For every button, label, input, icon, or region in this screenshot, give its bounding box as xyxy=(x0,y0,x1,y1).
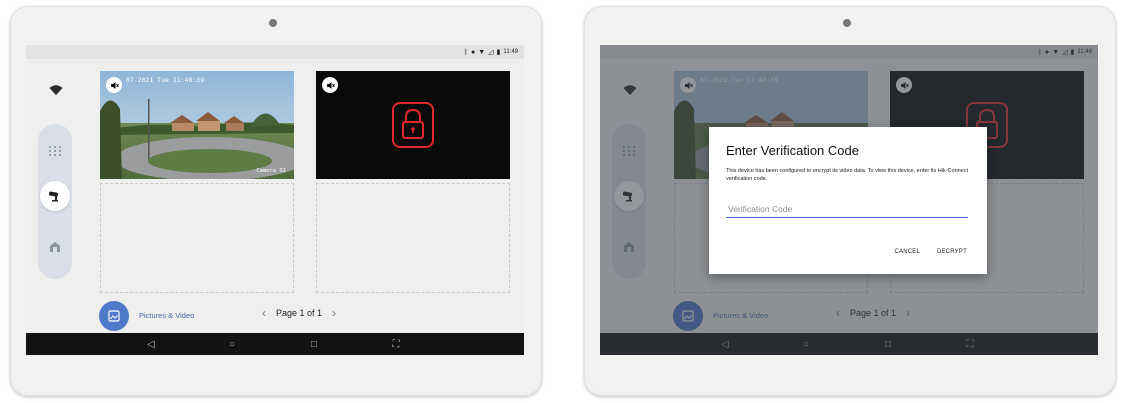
next-page-button[interactable]: › xyxy=(332,307,336,319)
screenshot-button[interactable]: ⛶ xyxy=(389,337,403,351)
battery-icon: ▮ xyxy=(496,48,501,56)
verification-code-input[interactable] xyxy=(726,202,968,218)
camera-tile-live[interactable]: 07-2021 Tue 11:48:39 Camera 01 xyxy=(100,71,294,179)
bluetooth-icon: ᛒ xyxy=(463,48,468,56)
home-circle-icon: ○ xyxy=(228,338,236,350)
sidebar-item-home[interactable] xyxy=(40,232,70,262)
mute-toggle[interactable] xyxy=(322,77,338,93)
gallery-icon xyxy=(108,310,120,322)
front-camera xyxy=(269,19,277,27)
status-time: 11:49 xyxy=(503,49,518,55)
lock-icon xyxy=(392,102,434,148)
sidebar-item-grid[interactable] xyxy=(40,136,70,166)
prev-page-button[interactable]: ‹ xyxy=(262,307,266,319)
empty-tile[interactable] xyxy=(100,183,294,293)
camera-tile-locked[interactable] xyxy=(316,71,510,179)
camera-feed-image xyxy=(100,71,294,179)
page-indicator: Page 1 of 1 xyxy=(276,308,323,318)
grid-icon xyxy=(49,146,61,156)
verification-dialog: Enter Verification Code This device has … xyxy=(709,127,987,274)
screen: ᛒ ● ▼ ◿ ▮ 11:49 xyxy=(26,45,524,355)
screen: ᛒ ● ▼ ◿ ▮ 11:49 xyxy=(600,45,1098,355)
wifi-icon xyxy=(49,85,63,95)
empty-tile[interactable] xyxy=(316,183,510,293)
screenshot-icon: ⛶ xyxy=(392,338,400,350)
sidebar-item-cameras[interactable] xyxy=(40,181,70,211)
muted-speaker-icon xyxy=(110,81,119,89)
back-button[interactable]: ◁ xyxy=(144,337,158,351)
osd-timestamp: 07-2021 Tue 11:48:39 xyxy=(126,77,205,84)
dialog-title: Enter Verification Code xyxy=(726,143,859,158)
recents-icon: □ xyxy=(310,338,318,350)
front-camera xyxy=(843,19,851,27)
cancel-button[interactable]: CANCEL xyxy=(894,249,920,255)
mute-toggle[interactable] xyxy=(106,77,122,93)
back-icon: ◁ xyxy=(147,338,155,350)
dialog-message: This device has been configured to encry… xyxy=(726,168,969,182)
decrypt-button[interactable]: DECRYPT xyxy=(937,249,967,255)
tablet-right: ᛒ ● ▼ ◿ ▮ 11:49 xyxy=(584,6,1116,396)
sidebar xyxy=(38,124,72,279)
home-button[interactable]: ○ xyxy=(225,337,239,351)
status-bar: ᛒ ● ▼ ◿ ▮ 11:49 xyxy=(26,45,524,59)
camera-icon xyxy=(48,191,59,202)
location-icon: ● xyxy=(471,48,476,56)
wifi-status-icon: ▼ xyxy=(478,48,486,56)
pager: ‹ Page 1 of 1 › xyxy=(262,307,336,319)
tablet-left: ᛒ ● ▼ ◿ ▮ 11:49 07-2021 Tue 11:48:39 Cam… xyxy=(10,6,542,396)
pictures-video-label[interactable]: Pictures & Video xyxy=(139,311,194,320)
home-icon xyxy=(50,242,60,252)
osd-camera-label: Camera 01 xyxy=(256,168,286,174)
dialog-actions: CANCEL DECRYPT xyxy=(894,249,967,255)
android-navbar: ◁ ○ □ ⛶ xyxy=(26,333,524,355)
pictures-video-button[interactable] xyxy=(99,301,129,331)
recents-button[interactable]: □ xyxy=(307,337,321,351)
muted-speaker-icon xyxy=(326,81,335,89)
signal-icon: ◿ xyxy=(488,48,494,56)
